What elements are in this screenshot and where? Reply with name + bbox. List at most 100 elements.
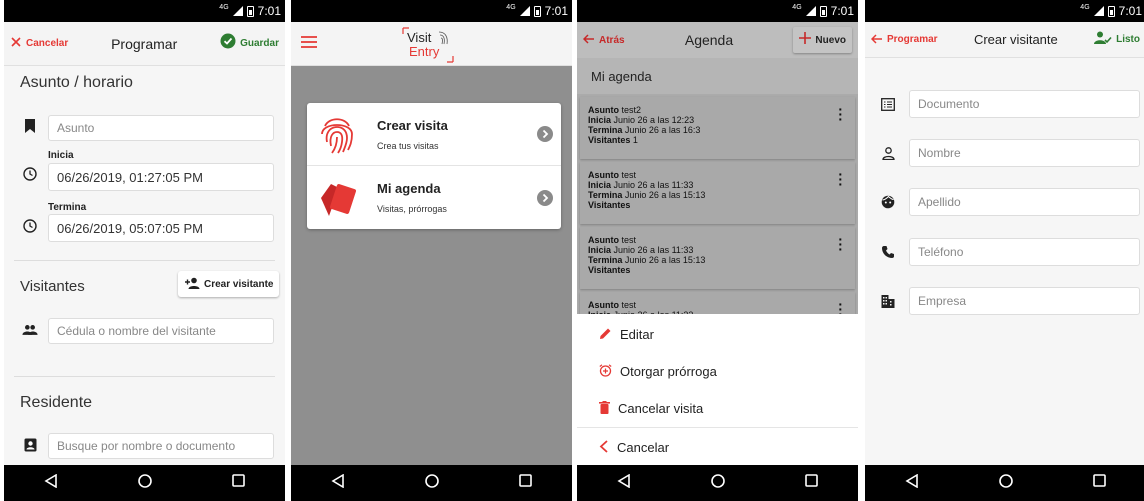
company-row: Empresa [879,287,1140,315]
chevron-right-icon [529,126,561,142]
page-title: Agenda [684,32,734,48]
menu-item-subtitle: Visitas, prórrogas [377,204,447,214]
more-vert-icon[interactable]: ··· [838,102,843,126]
lte-indicator: 4G [792,3,802,11]
nav-recent-icon[interactable] [232,474,245,492]
clock-icon [22,218,38,234]
cancel-button[interactable]: Cancelar [10,35,68,53]
battery-icon [533,5,541,17]
phone-row: Teléfono [879,238,1140,266]
hamburger-menu-icon[interactable] [301,35,317,53]
status-time: 7:01 [830,4,854,18]
divider [14,260,275,261]
check-circle-icon [220,33,236,54]
end-datetime-input[interactable]: 06/26/2019, 05:07:05 PM [48,214,274,242]
done-button[interactable]: Listo [1094,31,1140,49]
status-bar: 4G 7:01 [865,0,1144,22]
phone-agenda: 4G 7:01 Atrás Agenda Nuevo Mi agenda Asu… [577,0,858,501]
document-row: Documento [879,90,1140,118]
page-title: Crear visitante [973,32,1058,47]
sheet-item-label: Cancelar [617,440,670,455]
android-nav-bar [865,465,1144,501]
app-bar: Programar Crear visitante Listo [865,22,1144,58]
list-item[interactable]: Asunto test Inicia Junio 26 a las 11:33 … [580,227,855,289]
close-icon [10,35,22,53]
signal-icon [805,6,816,16]
visitor-search-input[interactable]: Cédula o nombre del visitante [48,318,274,344]
name-input[interactable]: Nombre [909,139,1140,167]
lastname-row: Apellido [879,188,1140,216]
visit-entry-logo: Visit Entry [401,27,455,63]
back-label: Programar [887,34,938,45]
new-label: Nuevo [815,34,846,46]
plus-icon [799,31,812,49]
lte-indicator: 4G [506,3,516,11]
list-item[interactable]: Asunto test2 Inicia Junio 26 a las 12:23… [580,97,855,159]
trash-icon [599,400,610,417]
arrow-left-icon [870,31,883,49]
nav-recent-icon[interactable] [805,474,818,492]
screenshot-strip: 4G 7:01 Cancelar Programar Guardar Asunt… [0,0,1144,501]
signal-icon [519,6,530,16]
divider [14,376,275,377]
nav-home-icon[interactable] [711,473,725,493]
nav-back-icon[interactable] [905,473,919,493]
company-input[interactable]: Empresa [909,287,1140,315]
sheet-item-label: Cancelar visita [618,401,704,416]
nav-home-icon[interactable] [138,473,152,493]
phone-input[interactable]: Teléfono [909,238,1140,266]
menu-item-title: Mi agenda [377,181,441,196]
sheet-item-extend[interactable]: Otorgar prórroga [577,353,858,390]
more-vert-icon[interactable]: ··· [838,167,843,191]
android-nav-bar [577,465,858,501]
lastname-input[interactable]: Apellido [909,188,1140,216]
back-button[interactable]: Atrás [582,31,625,49]
done-label: Listo [1116,34,1140,45]
status-time: 7:01 [544,4,568,18]
android-nav-bar [4,465,285,501]
phone-crear-visitante: 4G 7:01 Programar Crear visitante Listo [865,0,1144,501]
create-visitor-button[interactable]: Crear visitante [178,271,280,297]
start-datetime-input[interactable]: 06/26/2019, 01:27:05 PM [48,163,274,191]
section-schedule-title: Asunto / horario [20,74,133,91]
nav-home-icon[interactable] [425,473,439,493]
nav-home-icon[interactable] [999,473,1013,493]
cancel-label: Cancelar [26,38,69,49]
sheet-item-cancel-visit[interactable]: Cancelar visita [577,390,858,427]
app-bar: Atrás Agenda Nuevo [577,22,858,58]
page-title: Programar [111,35,178,52]
save-button[interactable]: Guardar [220,33,279,54]
status-time: 7:01 [1118,4,1142,18]
menu-item-crear-visita[interactable]: Crear visita Crea tus visitas [307,103,561,166]
phone-home-menu: 4G 7:01 Visit Entry Crear visita Crea tu… [291,0,572,501]
nav-back-icon[interactable] [44,473,58,493]
menu-item-mi-agenda[interactable]: Mi agenda Visitas, prórrogas [307,166,561,229]
battery-icon [819,5,827,17]
sheet-item-cancel[interactable]: Cancelar [577,429,858,466]
app-bar: Cancelar Programar Guardar [4,22,285,66]
new-button[interactable]: Nuevo [793,27,852,53]
document-input[interactable]: Documento [909,90,1140,118]
nav-recent-icon[interactable] [519,474,532,492]
sheet-item-edit[interactable]: Editar [577,316,858,353]
list-item[interactable]: Asunto test Inicia Junio 26 a las 11:33 … [580,162,855,224]
save-label: Guardar [240,38,279,49]
lte-indicator: 4G [1080,3,1090,11]
nav-back-icon[interactable] [331,473,345,493]
id-card-icon [879,96,897,112]
subject-input[interactable]: Asunto [48,115,274,141]
create-visitor-label: Crear visitante [204,278,274,290]
phone-icon [879,244,897,260]
nav-recent-icon[interactable] [1093,474,1106,492]
building-icon [879,293,897,309]
back-button[interactable]: Programar [870,31,938,49]
section-resident-title: Residente [20,394,93,411]
status-bar: 4G 7:01 [291,0,572,22]
more-vert-icon[interactable]: ··· [838,232,843,256]
person-icon [879,145,897,161]
resident-search-input[interactable]: Busque por nombre o documento [48,433,274,459]
alarm-add-icon [599,363,612,380]
nav-back-icon[interactable] [617,473,631,493]
logo-text-visit: Visit [407,30,432,45]
main-menu-card: Crear visita Crea tus visitas Mi agenda … [307,103,561,229]
